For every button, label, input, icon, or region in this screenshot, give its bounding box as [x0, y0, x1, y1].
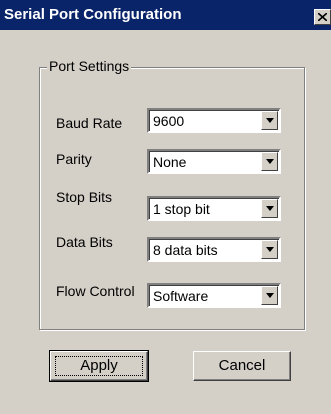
- data-bits-select[interactable]: 8 data bits: [147, 237, 281, 262]
- flow-control-label: Flow Control: [56, 283, 135, 299]
- close-button[interactable]: [314, 9, 331, 25]
- parity-label: Parity: [56, 151, 92, 167]
- flow-control-dropdown-button[interactable]: [261, 286, 278, 305]
- flow-control-select[interactable]: Software: [147, 283, 281, 308]
- baud-rate-label: Baud Rate: [56, 115, 123, 131]
- baud-rate-dropdown-button[interactable]: [261, 111, 278, 130]
- stop-bits-value: 1 stop bit: [153, 201, 210, 217]
- parity-value: None: [153, 154, 187, 170]
- data-bits-dropdown-button[interactable]: [261, 240, 278, 259]
- cancel-button[interactable]: Cancel: [193, 351, 291, 381]
- stop-bits-label: Stop Bits: [56, 189, 113, 205]
- data-bits-value: 8 data bits: [153, 242, 218, 258]
- flow-control-value: Software: [153, 288, 209, 304]
- parity-select[interactable]: None: [147, 149, 281, 174]
- title-bar[interactable]: Serial Port Configuration: [0, 0, 331, 30]
- apply-button-label: Apply: [80, 357, 118, 374]
- serial-port-dialog: Serial Port Configuration Port Settings …: [0, 0, 331, 414]
- port-settings-legend: Port Settings: [47, 58, 132, 74]
- baud-rate-select[interactable]: 9600: [147, 108, 281, 133]
- stop-bits-dropdown-button[interactable]: [261, 199, 278, 218]
- stop-bits-select[interactable]: 1 stop bit: [147, 196, 281, 221]
- data-bits-label: Data Bits: [56, 234, 113, 250]
- cancel-button-label: Cancel: [218, 357, 266, 374]
- baud-rate-value: 9600: [153, 113, 185, 129]
- parity-dropdown-button[interactable]: [261, 152, 278, 171]
- apply-button[interactable]: Apply: [49, 350, 149, 382]
- window-title: Serial Port Configuration: [4, 6, 182, 23]
